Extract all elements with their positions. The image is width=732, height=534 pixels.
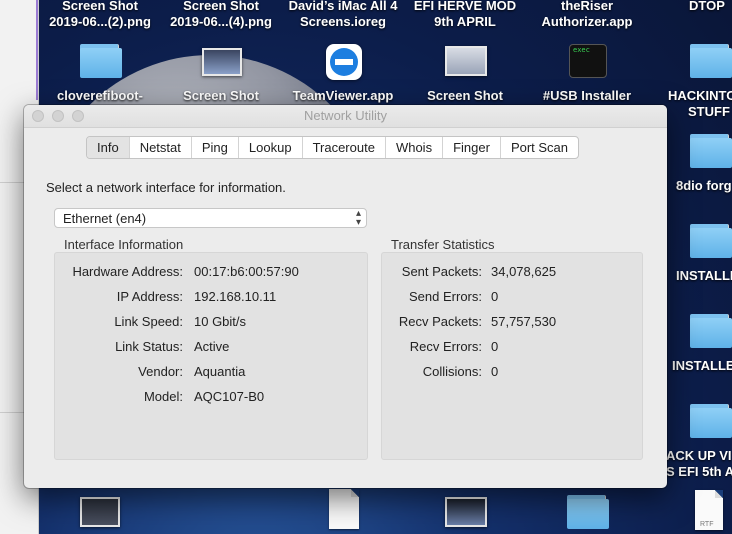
- recv-packets-label: Recv Packets:: [398, 314, 482, 329]
- desktop-item-screenshot-4[interactable]: Screen Shot 2019-06...(4).png: [162, 0, 280, 30]
- vendor-label: Vendor:: [138, 364, 183, 379]
- desktop-item-ioreg[interactable]: David’s iMac All 4 Screens.ioreg: [283, 0, 403, 30]
- model-label: Model:: [143, 389, 183, 404]
- send-errors-value: 0: [491, 289, 499, 304]
- send-errors-label: Send Errors:: [409, 289, 482, 304]
- ip-address-value: 192.168.10.11: [194, 289, 277, 304]
- folder-icon[interactable]: [690, 404, 732, 438]
- hardware-address-value: 00:17:b6:00:57:90: [194, 264, 299, 279]
- tab-whois[interactable]: Whois: [386, 137, 444, 158]
- rtf-document-icon[interactable]: RTF: [695, 490, 723, 530]
- desktop-item-efi-herve[interactable]: EFI HERVE MOD 9th APRIL: [408, 0, 522, 30]
- hardware-address-label: Hardware Address:: [72, 264, 183, 279]
- vendor-value: Aquantia: [194, 364, 246, 379]
- link-speed-label: Link Speed:: [114, 314, 183, 329]
- link-status-value: Active: [194, 339, 230, 354]
- interface-select-value: Ethernet (en4): [63, 211, 147, 226]
- title-bar[interactable]: Network Utility: [24, 105, 667, 128]
- desktop-label[interactable]: cloverefiboot-: [55, 88, 145, 104]
- screenshot-thumbnail-icon[interactable]: [202, 48, 242, 76]
- folder-icon[interactable]: [690, 224, 732, 258]
- interface-info-title: Interface Information: [64, 237, 184, 252]
- desktop-label[interactable]: INSTALLE: [672, 358, 732, 374]
- tab-lookup[interactable]: Lookup: [239, 137, 303, 158]
- recv-errors-label: Recv Errors:: [409, 339, 482, 354]
- tab-netstat[interactable]: Netstat: [130, 137, 192, 158]
- recv-errors-value: 0: [491, 339, 499, 354]
- desktop-label[interactable]: INSTALLE: [676, 268, 732, 284]
- sent-packets-value: 34,078,625: [491, 264, 557, 279]
- sent-packets-label: Sent Packets:: [401, 264, 482, 279]
- transfer-stats-box: Sent Packets: 34,078,625 Send Errors: 0 …: [381, 252, 643, 460]
- transfer-stats-title: Transfer Statistics: [391, 237, 495, 252]
- tab-info[interactable]: Info: [87, 137, 130, 158]
- desktop-label[interactable]: Screen Shot: [414, 88, 516, 104]
- desktop-label[interactable]: TeamViewer.app: [288, 88, 398, 104]
- ip-address-label: IP Address:: [116, 289, 183, 304]
- desktop-label[interactable]: ACK UP VI S EFI 5th A: [666, 448, 732, 480]
- document-icon[interactable]: [329, 489, 359, 529]
- screenshot-thumbnail-icon[interactable]: [445, 46, 487, 76]
- folder-icon[interactable]: [690, 314, 732, 348]
- tab-ping[interactable]: Ping: [192, 137, 239, 158]
- desktop-item-theriser[interactable]: theRiser Authorizer.app: [530, 0, 644, 30]
- tab-traceroute[interactable]: Traceroute: [303, 137, 386, 158]
- updown-chevron-icon: ▴ ▾: [355, 208, 361, 228]
- folder-icon[interactable]: [690, 134, 732, 168]
- tab-port-scan[interactable]: Port Scan: [501, 137, 578, 158]
- folder-icon[interactable]: [690, 44, 732, 78]
- collisions-label: Collisions:: [422, 364, 482, 379]
- recv-packets-value: 57,757,530: [491, 314, 557, 329]
- desktop-label[interactable]: HACKINTO STUFF: [668, 88, 732, 120]
- collisions-value: 0: [491, 364, 499, 379]
- interface-select[interactable]: Ethernet (en4) ▴ ▾: [54, 208, 367, 228]
- desktop-item-screenshot-2[interactable]: Screen Shot 2019-06...(2).png: [45, 0, 155, 30]
- tab-bar: Info Netstat Ping Lookup Traceroute Whoi…: [86, 136, 580, 159]
- link-status-label: Link Status:: [115, 339, 183, 354]
- link-speed-value: 10 Gbit/s: [194, 314, 247, 329]
- teamviewer-icon[interactable]: [326, 44, 362, 80]
- interface-prompt: Select a network interface for informati…: [46, 180, 286, 195]
- selection-accent: [36, 0, 38, 100]
- interface-info-box: Hardware Address: 00:17:b6:00:57:90 IP A…: [54, 252, 368, 460]
- desktop-item-dtop[interactable]: DTOP: [682, 0, 732, 14]
- screenshot-thumbnail-icon[interactable]: [80, 497, 120, 527]
- tab-finger[interactable]: Finger: [443, 137, 501, 158]
- terminal-exec-icon[interactable]: exec: [569, 44, 607, 78]
- window-title: Network Utility: [303, 108, 388, 123]
- model-value: AQC107-B0: [194, 389, 265, 404]
- desktop-label[interactable]: Screen Shot: [170, 88, 272, 104]
- screenshot-thumbnail-icon[interactable]: [445, 497, 487, 527]
- folder-icon[interactable]: [80, 44, 122, 78]
- desktop-label[interactable]: #USB Installer: [536, 88, 638, 104]
- network-utility-window: Network Utility Info Netstat Ping Lookup…: [24, 105, 667, 488]
- desktop-label[interactable]: 8dio forg: [676, 178, 732, 194]
- folder-icon[interactable]: [567, 495, 609, 529]
